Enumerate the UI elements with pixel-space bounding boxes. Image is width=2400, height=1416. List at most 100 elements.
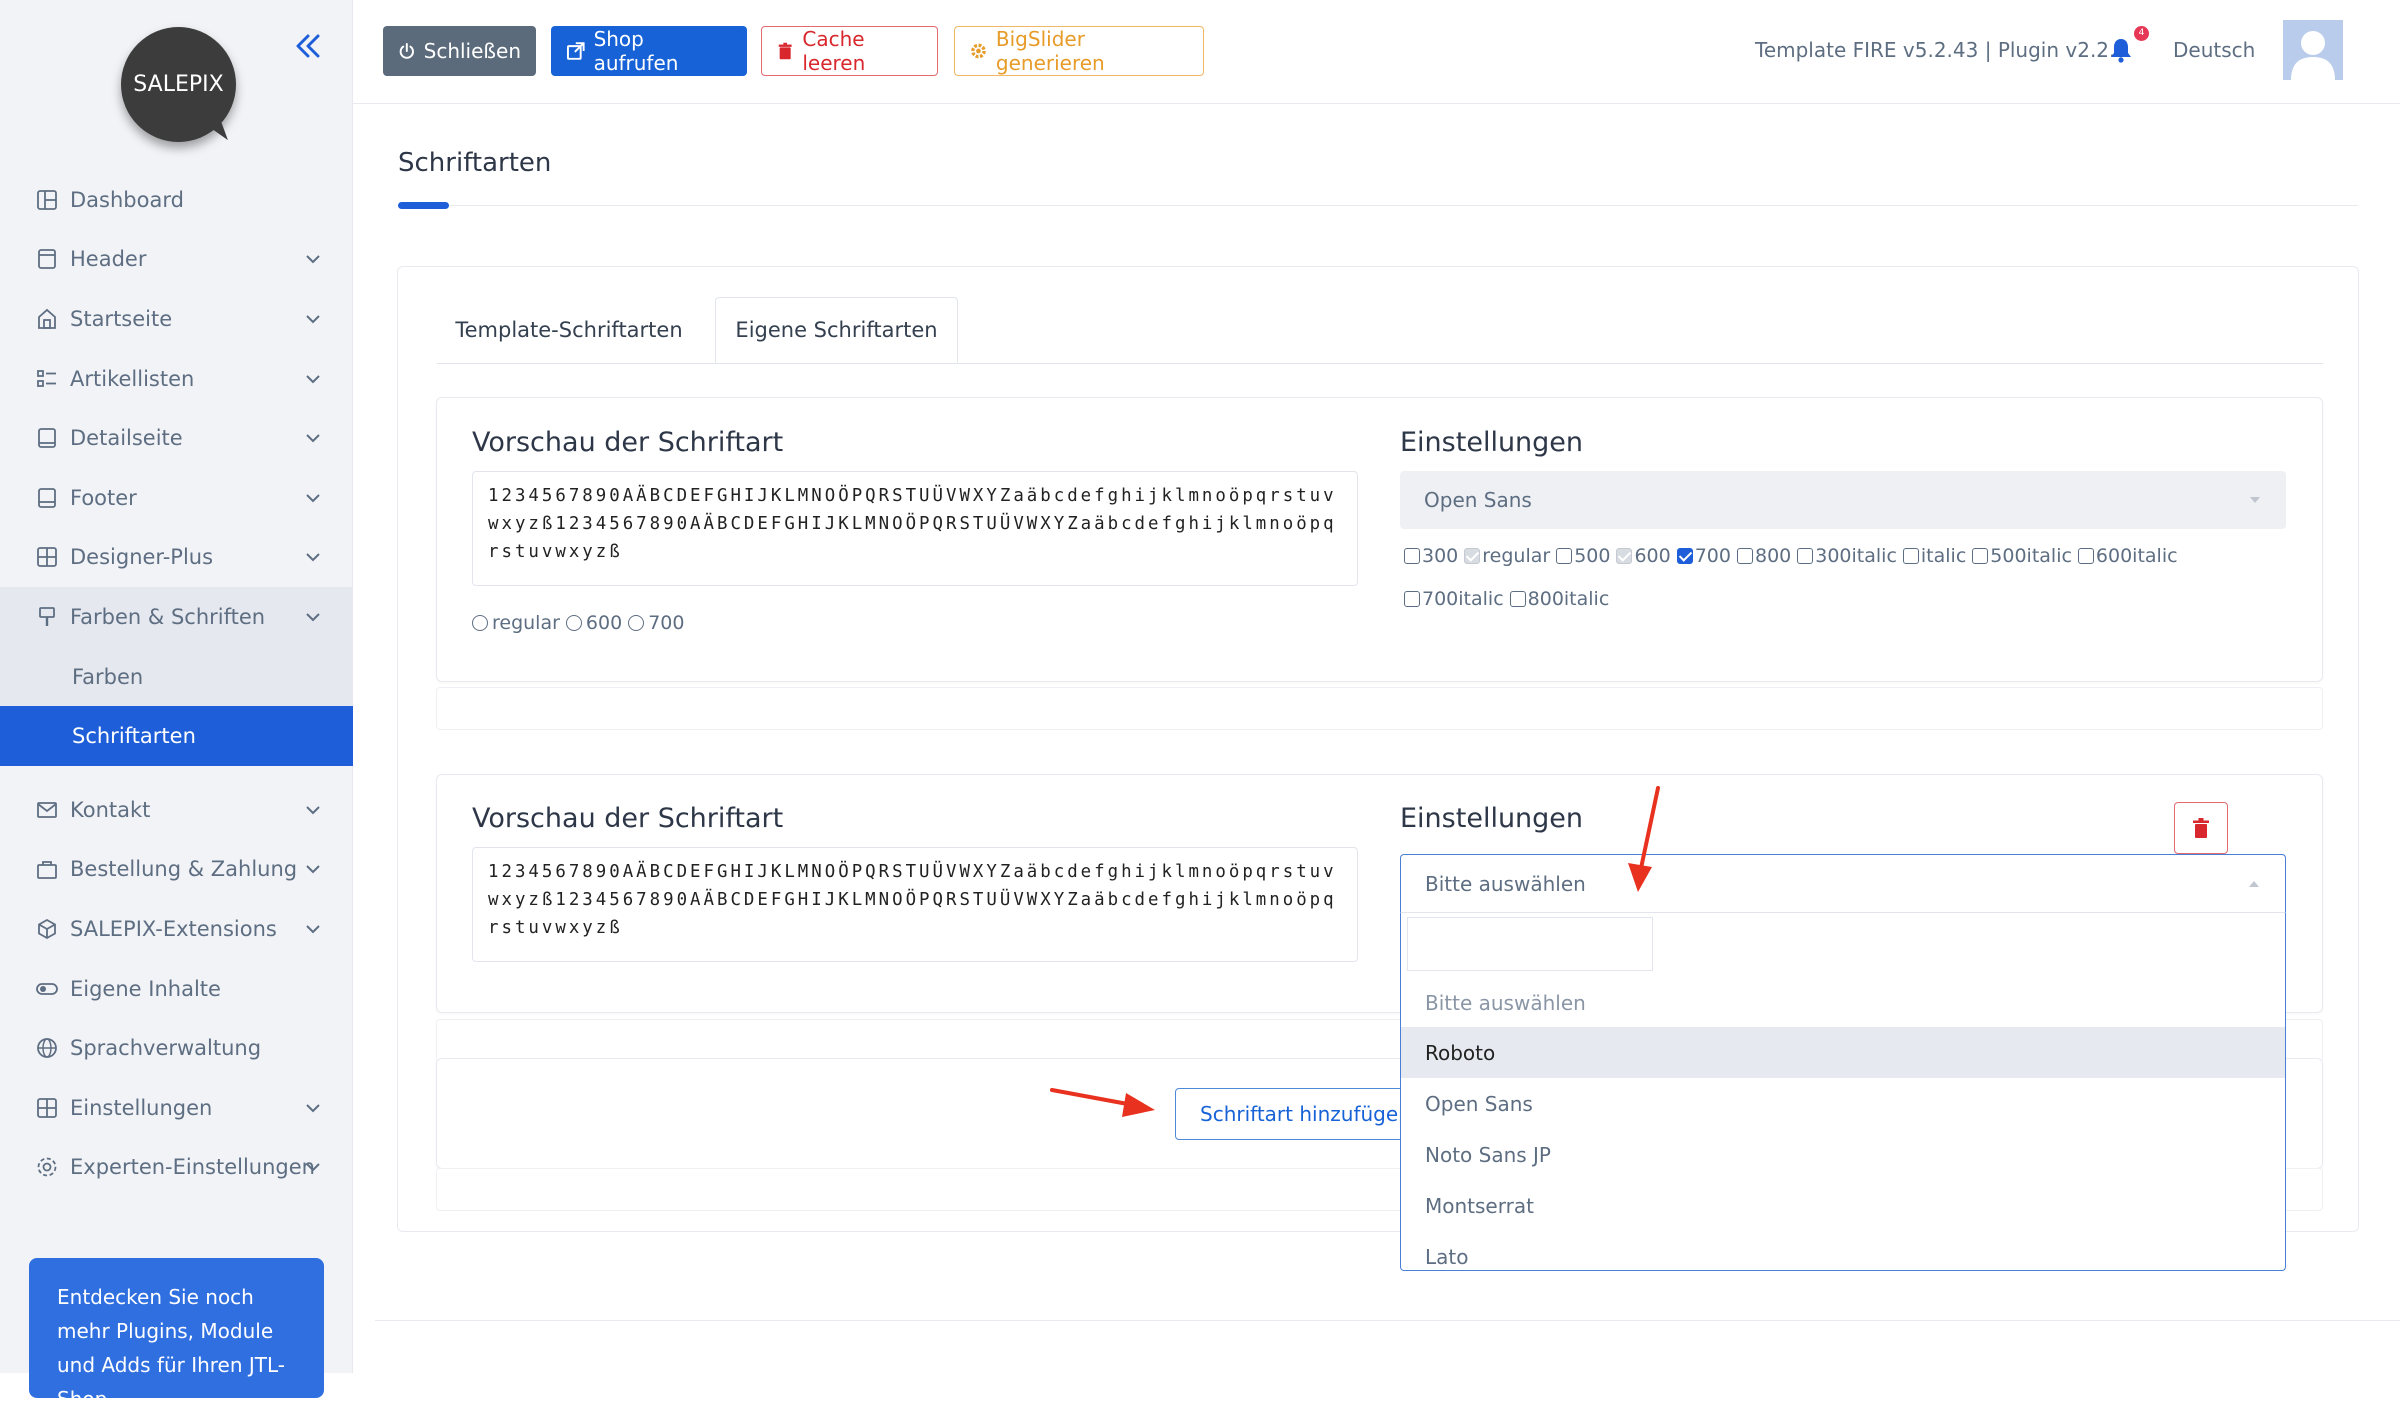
dropdown-option[interactable]: Open Sans	[1401, 1078, 2285, 1129]
footer-divider	[375, 1320, 2400, 1321]
tab-label: Template-Schriftarten	[455, 318, 683, 342]
sidebar-item-eigene-inhalte[interactable]: Eigene Inhalte	[0, 959, 353, 1019]
font-dropdown: Bitte auswählen Roboto Open Sans Noto Sa…	[1400, 912, 2286, 1271]
radio-regular[interactable]	[472, 615, 488, 631]
language-selector[interactable]: Deutsch	[2173, 38, 2255, 62]
font-select[interactable]: Open Sans	[1400, 471, 2286, 529]
tab-custom-fonts[interactable]: Eigene Schriftarten	[715, 297, 958, 363]
sidebar-item-label: Artikellisten	[70, 366, 195, 391]
sidebar-item-bestellung[interactable]: Bestellung & Zahlung	[0, 840, 353, 900]
sidebar-item-detailseite[interactable]: Detailseite	[0, 408, 353, 468]
radio-700[interactable]	[628, 615, 645, 631]
sidebar-item-label: Bestellung & Zahlung	[70, 857, 298, 882]
clear-cache-button[interactable]: Cache leeren	[761, 26, 938, 76]
sidebar-subitem-label: Farben	[72, 664, 144, 689]
home-icon	[38, 308, 56, 329]
checkbox-500[interactable]	[1556, 548, 1573, 564]
radio-label: 600	[585, 612, 623, 634]
shop-button-label: Shop aufrufen	[593, 27, 679, 75]
sidebar-nav: Dashboard Header Startseite Artikelliste…	[0, 170, 353, 1197]
cube-icon	[38, 918, 56, 939]
preview-heading: Vorschau der Schriftart	[472, 803, 784, 834]
sidebar-item-kontakt[interactable]: Kontakt	[0, 780, 353, 840]
sidebar-item-experten[interactable]: Experten-Einstellungen	[0, 1138, 353, 1198]
dropdown-option[interactable]: Bitte auswählen	[1401, 977, 2285, 1028]
sidebar-item-label: Sprachverwaltung	[70, 1036, 262, 1061]
sidebar-item-startseite[interactable]: Startseite	[0, 289, 353, 349]
checkbox-600[interactable]	[1616, 548, 1633, 564]
promo-box[interactable]: Entdecken Sie noch mehr Plugins, Module …	[29, 1258, 324, 1411]
toggle-icon	[36, 982, 58, 995]
chevron-down-icon	[306, 1163, 320, 1172]
checkbox-600italic[interactable]	[2077, 548, 2094, 564]
checkbox-800[interactable]	[1736, 548, 1753, 564]
font-preview: 1234567890AÄBCDEFGHIJKLMNOÖPQRSTUÜVWXYZa…	[472, 847, 1358, 962]
checkbox-italic[interactable]	[1902, 548, 1919, 564]
checkbox-700[interactable]	[1676, 548, 1693, 564]
footer-icon	[38, 487, 56, 508]
checkbox-300[interactable]	[1404, 548, 1420, 564]
sidebar-item-artikellisten[interactable]: Artikellisten	[0, 349, 353, 409]
chevron-down-icon	[306, 494, 320, 503]
sidebar-item-footer[interactable]: Footer	[0, 468, 353, 528]
paint-icon	[39, 607, 55, 626]
promo-text: Entdecken Sie noch mehr Plugins, Module …	[57, 1285, 286, 1411]
chevron-down-icon	[306, 374, 320, 383]
checkbox-label: 500italic	[1990, 545, 2072, 567]
bigslider-button[interactable]: BigSlider generieren	[954, 26, 1204, 76]
sidebar-item-designer-plus[interactable]: Designer-Plus	[0, 528, 353, 588]
add-font-button[interactable]: Schriftart hinzufügen	[1175, 1088, 1405, 1140]
sidebar-item-dashboard[interactable]: Dashboard	[0, 170, 353, 230]
bell-icon[interactable]	[2108, 36, 2134, 64]
dropdown-option-highlighted[interactable]: Roboto	[1401, 1027, 2285, 1078]
chevron-down-icon	[306, 315, 320, 324]
collapse-sidebar-icon[interactable]	[290, 28, 326, 64]
checkbox-300italic[interactable]	[1797, 548, 1814, 564]
dropdown-option[interactable]: Montserrat	[1401, 1180, 2285, 1231]
checkbox-label: 700italic	[1422, 588, 1504, 610]
clear-cache-label: Cache leeren	[802, 27, 866, 75]
tab-template-fonts[interactable]: Template-Schriftarten	[437, 297, 701, 363]
version-text: Template FIRE v5.2.43 | Plugin v2.2.9	[1755, 38, 2129, 62]
radio-label: regular	[492, 612, 560, 634]
sidebar-subitem-farben[interactable]: Farben	[0, 646, 353, 707]
sidebar-item-extensions[interactable]: SALEPIX-Extensions	[0, 899, 353, 959]
list-icon	[37, 369, 56, 387]
caret-up-icon	[2249, 881, 2259, 887]
font-preview: 1234567890AÄBCDEFGHIJKLMNOÖPQRSTUÜVWXYZa…	[472, 471, 1358, 586]
page-title: Schriftarten	[398, 148, 552, 178]
caret-down-icon	[2250, 497, 2260, 503]
sidebar-item-label: Dashboard	[70, 187, 184, 212]
bag-icon	[37, 861, 57, 880]
radio-600[interactable]	[565, 615, 582, 631]
preview-heading: Vorschau der Schriftart	[472, 427, 784, 458]
checkbox-label: 600italic	[2095, 545, 2178, 567]
add-font-label: Schriftart hinzufügen	[1200, 1102, 1405, 1126]
font-select-open[interactable]: Bitte auswählen	[1400, 854, 2286, 912]
cog-icon	[971, 43, 986, 59]
close-button[interactable]: Schließen	[383, 26, 536, 76]
dropdown-search-input[interactable]	[1407, 917, 1653, 971]
checkbox-regular[interactable]	[1464, 548, 1481, 564]
radio-label: 700	[648, 612, 685, 634]
close-button-label: Schließen	[423, 39, 521, 63]
sidebar-item-header[interactable]: Header	[0, 230, 353, 290]
sidebar-item-farben-schriften[interactable]: Farben & Schriften	[0, 587, 353, 647]
dropdown-option[interactable]: Noto Sans JP	[1401, 1129, 2285, 1180]
sidebar-item-einstellungen[interactable]: Einstellungen	[0, 1078, 353, 1138]
dropdown-option[interactable]: Lato	[1401, 1231, 2285, 1270]
avatar[interactable]	[2283, 20, 2343, 80]
checkbox-800italic[interactable]	[1509, 591, 1526, 607]
shop-button[interactable]: Shop aufrufen	[551, 26, 747, 76]
chevron-down-icon	[306, 613, 320, 622]
sidebar-item-sprachverwaltung[interactable]: Sprachverwaltung	[0, 1018, 353, 1078]
detail-icon	[38, 428, 56, 449]
delete-font-button[interactable]	[2174, 802, 2228, 854]
checkbox-700italic[interactable]	[1404, 591, 1420, 607]
checkbox-label: 600	[1634, 545, 1671, 567]
sidebar-item-label: Einstellungen	[70, 1095, 213, 1120]
checkbox-500italic[interactable]	[1972, 548, 1989, 564]
settings-heading: Einstellungen	[1400, 803, 1584, 834]
checkbox-label: 800italic	[1527, 588, 1610, 610]
sidebar-subitem-schriftarten[interactable]: Schriftarten	[0, 706, 353, 766]
